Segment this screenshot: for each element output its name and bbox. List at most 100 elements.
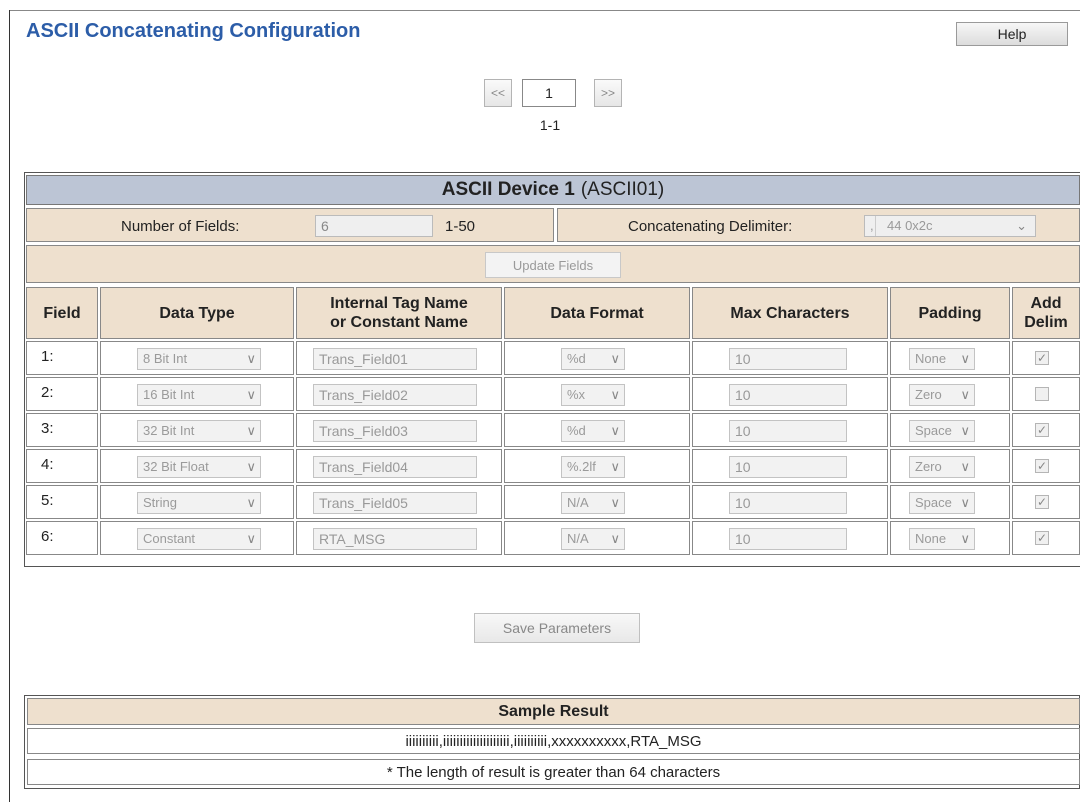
padding-value: Zero [915,459,942,474]
data-format-select[interactable]: N/A ∨ [561,528,625,550]
max-characters-input[interactable]: 10 [729,420,847,442]
data-format-cell: %.2lf ∨ [504,449,690,483]
data-type-cell: 32 Bit Int ∨ [100,413,294,447]
chevron-down-icon: ∨ [610,351,620,366]
tag-name-input[interactable]: Trans_Field03 [313,420,477,442]
tag-name-input[interactable]: Trans_Field01 [313,348,477,370]
padding-select[interactable]: None ∨ [909,528,975,550]
tag-name-cell: Trans_Field03 [296,413,502,447]
data-type-select[interactable]: Constant ∨ [137,528,261,550]
data-type-value: String [143,495,177,510]
chevron-down-icon: ∨ [246,495,256,510]
data-type-cell: Constant ∨ [100,521,294,555]
data-type-cell: 32 Bit Float ∨ [100,449,294,483]
data-type-select[interactable]: 16 Bit Int ∨ [137,384,261,406]
data-format-select[interactable]: %d ∨ [561,420,625,442]
chevron-down-icon: ∨ [246,387,256,402]
header-field-text: Field [43,304,81,322]
padding-select[interactable]: Zero ∨ [909,456,975,478]
padding-cell: Space ∨ [890,485,1010,519]
padding-select[interactable]: Space ∨ [909,492,975,514]
update-row: Update Fields [26,245,1080,283]
tag-name-cell: Trans_Field01 [296,341,502,375]
field-number: 1: [26,341,98,375]
add-delim-checkbox[interactable]: ✓ [1035,495,1049,509]
sample-result-note: * The length of result is greater than 6… [27,759,1080,785]
chevron-down-icon: ⌄ [1016,218,1027,233]
max-characters-input[interactable]: 10 [729,528,847,550]
max-characters-cell: 10 [692,521,888,555]
header-padding-text: Padding [918,304,982,322]
tag-name-cell: RTA_MSG [296,521,502,555]
add-delim-checkbox[interactable]: ✓ [1035,531,1049,545]
tag-name-input[interactable]: Trans_Field04 [313,456,477,478]
tag-name-input[interactable]: Trans_Field02 [313,384,477,406]
data-format-cell: N/A ∨ [504,521,690,555]
data-type-value: 32 Bit Float [143,459,209,474]
padding-select[interactable]: Space ∨ [909,420,975,442]
data-type-select[interactable]: String ∨ [137,492,261,514]
max-characters-cell: 10 [692,413,888,447]
add-delim-checkbox[interactable] [1035,387,1049,401]
page-number-input[interactable]: 1 [522,79,576,107]
help-button[interactable]: Help [956,22,1068,46]
chevron-down-icon: ∨ [610,531,620,546]
max-characters-input[interactable]: 10 [729,384,847,406]
header-add-delim-text: Delim [1024,314,1068,331]
data-type-select[interactable]: 8 Bit Int ∨ [137,348,261,370]
data-format-select[interactable]: %d ∨ [561,348,625,370]
chevron-down-icon: ∨ [960,351,970,366]
data-format-value: %.2lf [567,459,596,474]
tag-name-input[interactable]: Trans_Field05 [313,492,477,514]
add-delim-checkbox[interactable]: ✓ [1035,459,1049,473]
num-fields-input[interactable]: 6 [315,215,433,237]
chevron-down-icon: ∨ [960,531,970,546]
data-type-select[interactable]: 32 Bit Int ∨ [137,420,261,442]
max-characters-input[interactable]: 10 [729,456,847,478]
padding-select[interactable]: None ∨ [909,348,975,370]
field-number: 3: [26,413,98,447]
data-format-select[interactable]: %.2lf ∨ [561,456,625,478]
add-delim-checkbox[interactable]: ✓ [1035,351,1049,365]
prev-page-button[interactable]: << [484,79,512,107]
data-format-value: N/A [567,495,589,510]
data-format-cell: %d ∨ [504,413,690,447]
max-characters-cell: 10 [692,377,888,411]
tag-name-cell: Trans_Field04 [296,449,502,483]
update-fields-button[interactable]: Update Fields [485,252,621,278]
data-format-select[interactable]: N/A ∨ [561,492,625,514]
padding-cell: Space ∨ [890,413,1010,447]
delimiter-select[interactable]: , 44 0x2c ⌄ [864,215,1036,237]
header-add-delim: Add Delim [1012,287,1080,339]
data-format-value: %x [567,387,586,402]
padding-select[interactable]: Zero ∨ [909,384,975,406]
chevron-down-icon: ∨ [246,351,256,366]
delimiter-value: 44 0x2c [887,218,933,233]
max-characters-input[interactable]: 10 [729,348,847,370]
add-delim-cell: ✓ [1012,413,1080,447]
data-format-value: %d [567,351,586,366]
header-padding: Padding [890,287,1010,339]
frame-left-border [9,10,10,802]
chevron-down-icon: ∨ [246,423,256,438]
next-page-button[interactable]: >> [594,79,622,107]
data-format-value: %d [567,423,586,438]
save-parameters-button[interactable]: Save Parameters [474,613,640,643]
add-delim-checkbox[interactable]: ✓ [1035,423,1049,437]
data-format-select[interactable]: %x ∨ [561,384,625,406]
data-type-value: 16 Bit Int [143,387,195,402]
tag-name-input[interactable]: RTA_MSG [313,528,477,550]
padding-value: None [915,351,947,366]
frame-top-border [9,10,1080,11]
padding-value: Space [915,495,952,510]
device-name: ASCII Device 1 [441,179,575,200]
data-type-value: 8 Bit Int [143,351,188,366]
padding-cell: Zero ∨ [890,377,1010,411]
data-type-cell: 8 Bit Int ∨ [100,341,294,375]
chevron-down-icon: ∨ [610,387,620,402]
data-type-select[interactable]: 32 Bit Float ∨ [137,456,261,478]
chevron-down-icon: ∨ [246,459,256,474]
tag-name-cell: Trans_Field05 [296,485,502,519]
padding-cell: None ∨ [890,341,1010,375]
max-characters-input[interactable]: 10 [729,492,847,514]
